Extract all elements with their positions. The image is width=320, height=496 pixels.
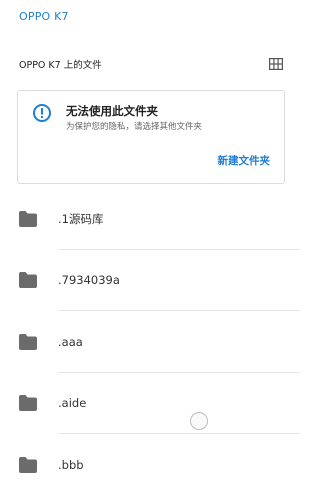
file-name: .1源码库 (58, 211, 104, 226)
file-row[interactable]: .bbb (0, 434, 300, 496)
grid-view-icon[interactable] (268, 57, 284, 71)
file-row[interactable]: .1源码库 (0, 188, 300, 250)
app-title: OPPO K7 (19, 10, 69, 23)
notice-title: 无法使用此文件夹 (66, 104, 158, 118)
file-row[interactable]: .aide (0, 373, 300, 434)
notice-card: 无法使用此文件夹 为保护您的隐私，请选择其他文件夹 新建文件夹 (17, 90, 285, 184)
file-name: .7934039a (58, 273, 120, 288)
section-header: OPPO K7 上的文件 (19, 54, 284, 74)
new-folder-button[interactable]: 新建文件夹 (218, 153, 271, 168)
notice-subtitle: 为保护您的隐私，请选择其他文件夹 (66, 122, 203, 132)
file-row[interactable]: .aaa (0, 311, 300, 373)
folder-icon (19, 333, 37, 350)
folder-icon (19, 395, 37, 412)
file-name: .aaa (58, 334, 83, 349)
folder-icon (19, 456, 37, 473)
scroll-position-indicator[interactable] (190, 412, 208, 430)
folder-icon (19, 210, 37, 227)
info-icon (32, 103, 52, 123)
file-row[interactable]: .7934039a (0, 250, 300, 311)
file-name: .bbb (58, 457, 84, 472)
file-list: .1源码库 .7934039a .aaa .aide .bbb (0, 188, 300, 496)
folder-icon (19, 272, 37, 289)
file-name: .aide (58, 396, 87, 411)
section-label: OPPO K7 上的文件 (19, 60, 102, 71)
